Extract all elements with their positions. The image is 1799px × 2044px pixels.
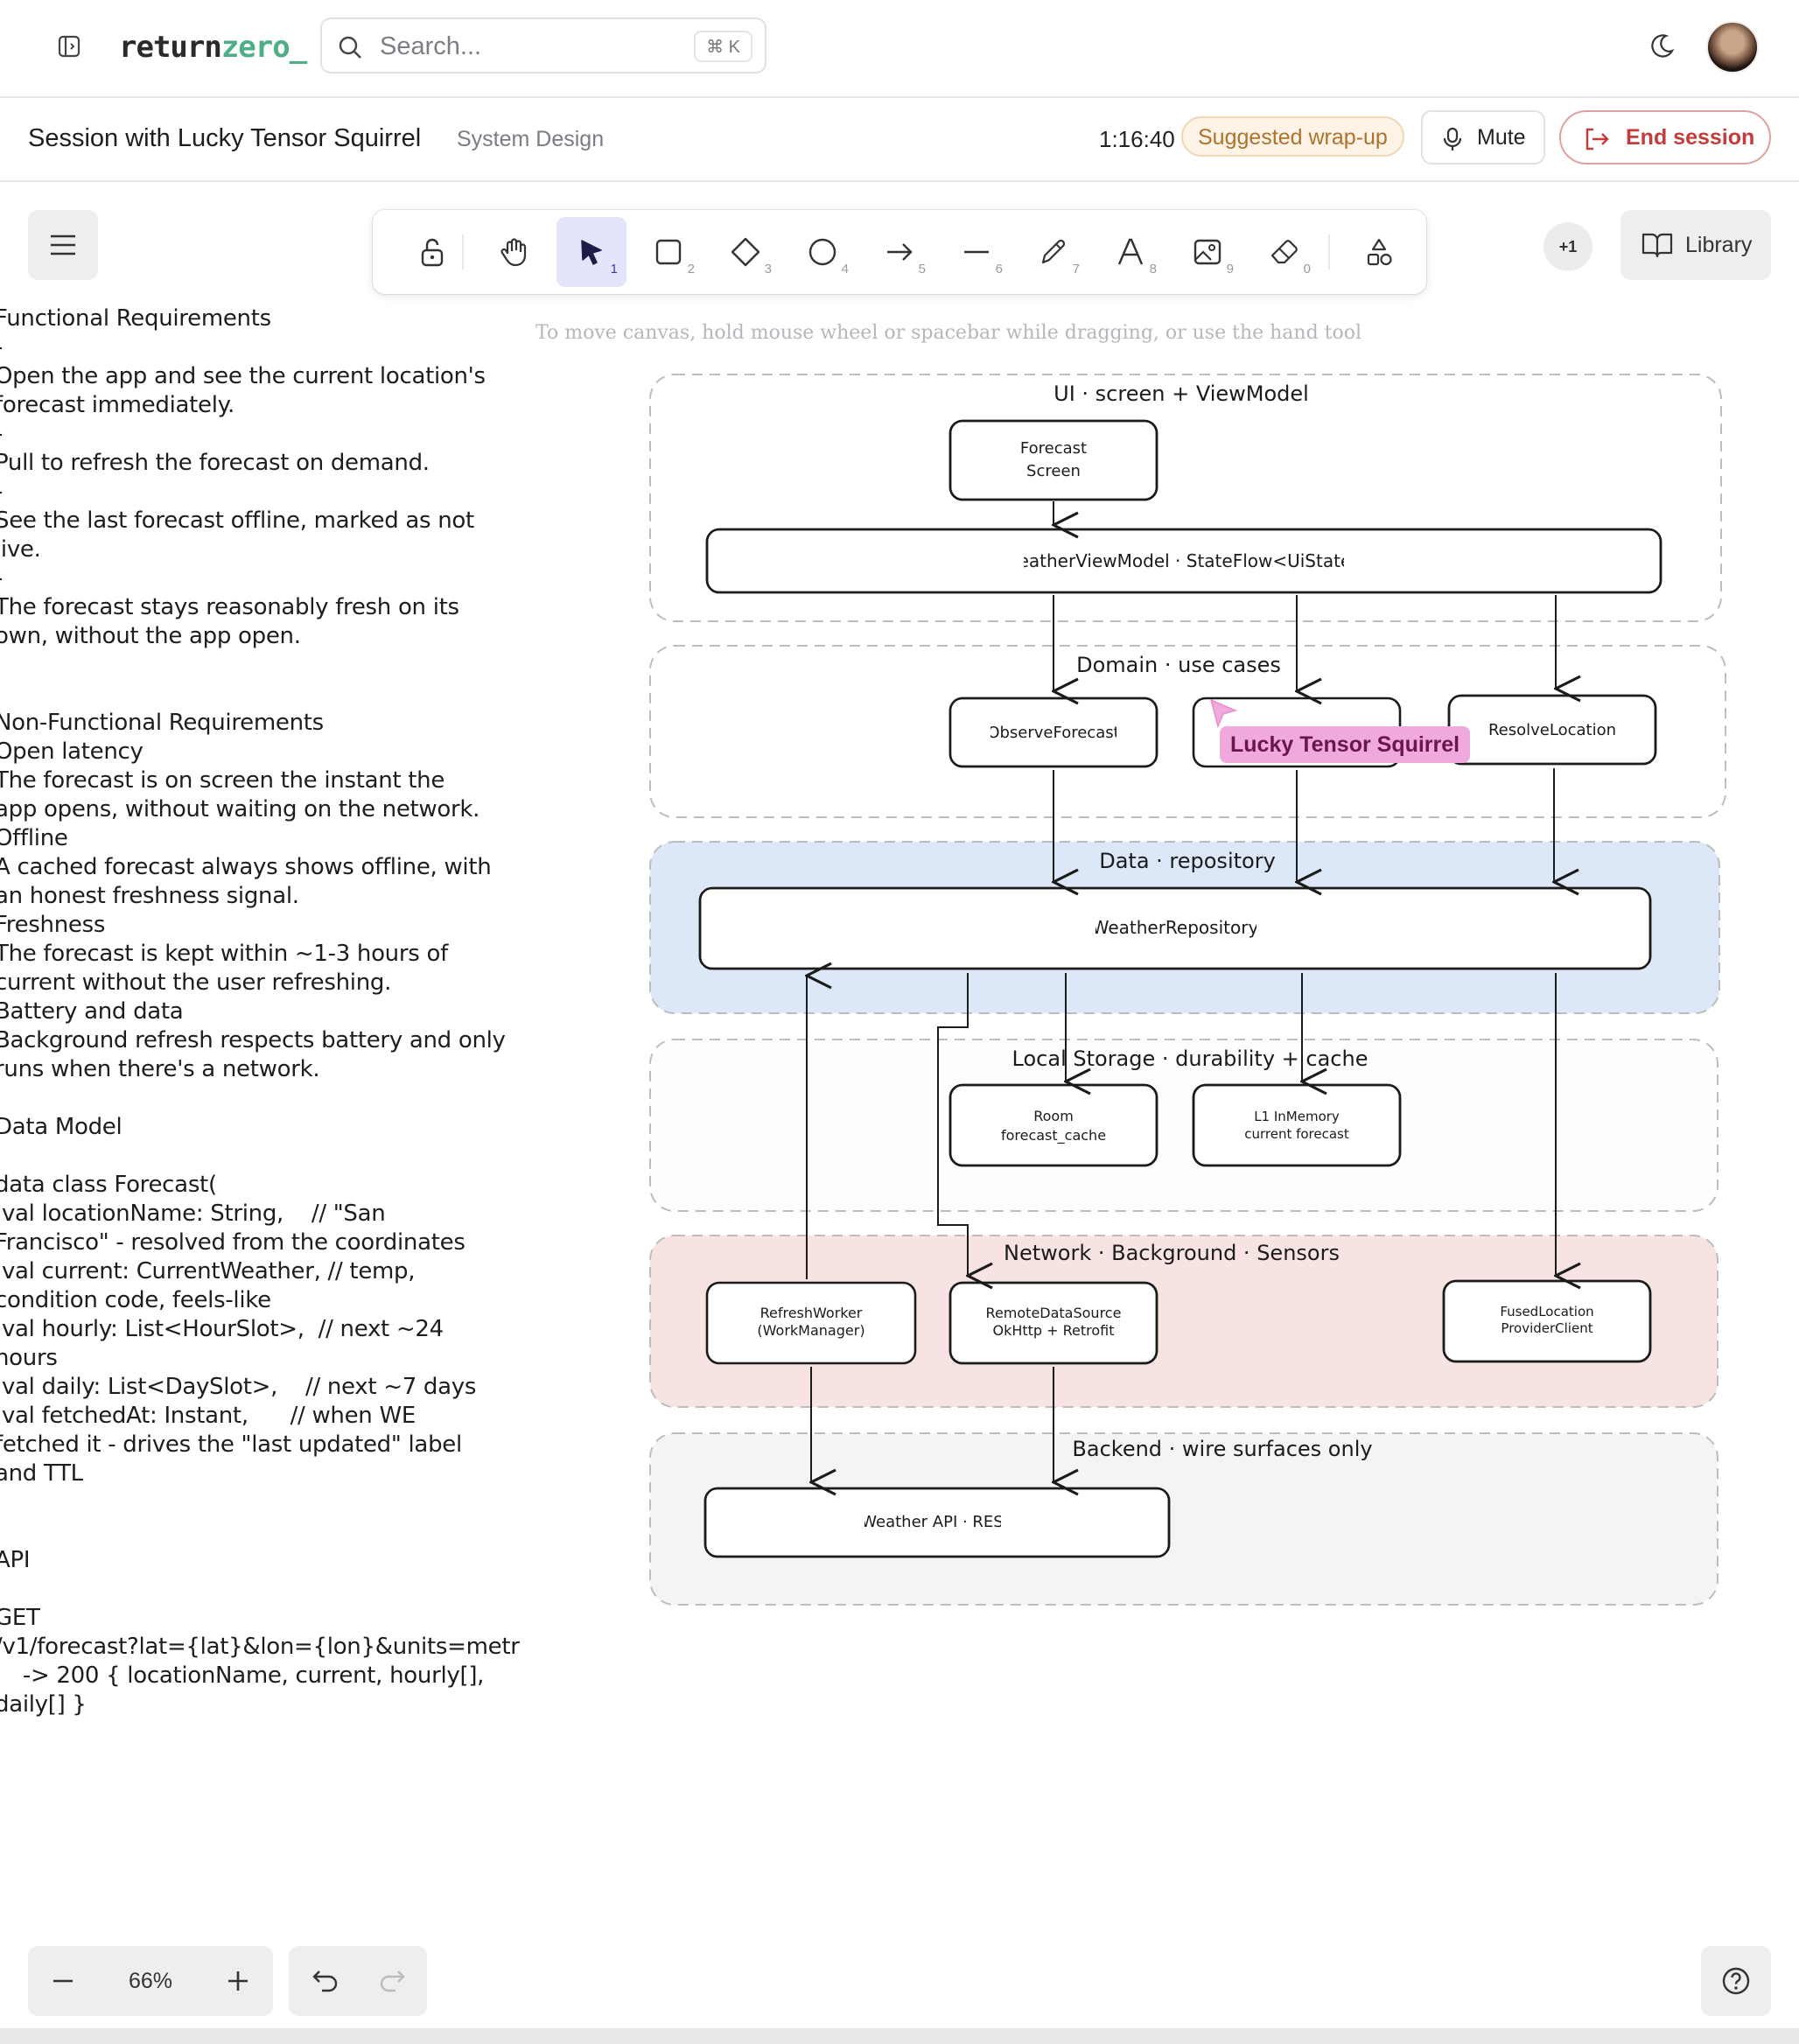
zoom-out-icon[interactable]: [47, 1965, 79, 1997]
node-label: RefreshWorker: [760, 1305, 863, 1321]
node-label: Forecast: [1020, 439, 1087, 458]
node-label: OkHttp + Retrofit: [992, 1322, 1114, 1339]
group-domain-title: Domain · use cases: [1076, 653, 1281, 677]
node-label: L1 InMemory: [1254, 1109, 1340, 1124]
node-room[interactable]: [948, 1083, 1158, 1167]
architecture-diagram[interactable]: UI · screen + ViewModel Domain · use cas…: [0, 0, 1799, 2044]
undo-icon[interactable]: [310, 1965, 341, 1997]
node-label: current forecast: [1244, 1126, 1349, 1142]
node-label: WeatherViewModel · StateFlow<UiState>: [1002, 550, 1366, 571]
node-label: RemoteDataSource: [986, 1305, 1122, 1321]
node-label: ObserveForecast: [987, 724, 1119, 742]
node-label: (WorkManager): [757, 1322, 864, 1339]
group-data-title: Data · repository: [1099, 849, 1276, 873]
history-controls: [289, 1946, 427, 2016]
node-label: ResolveLocation: [1488, 721, 1616, 739]
node-l1-memory[interactable]: [1192, 1083, 1402, 1167]
node-label: Room: [1033, 1108, 1074, 1124]
help-icon: [1722, 1967, 1750, 1995]
redo-icon[interactable]: [376, 1965, 408, 1997]
help-button[interactable]: [1701, 1946, 1771, 2016]
node-label: Screen: [1026, 462, 1081, 480]
window-bottom-edge: [0, 2028, 1799, 2044]
node-label: forecast_cache: [1001, 1127, 1106, 1144]
zoom-in-icon[interactable]: [222, 1965, 254, 1997]
collaborator-cursor-label: Lucky Tensor Squirrel: [1220, 726, 1471, 763]
collaborator-cursor-icon: [1209, 698, 1238, 729]
group-ui-title: UI · screen + ViewModel: [1054, 382, 1309, 406]
zoom-controls: 66%: [28, 1946, 273, 2016]
group-backend-title: Backend · wire surfaces only: [1072, 1437, 1372, 1461]
node-label: Weather API · REST: [861, 1513, 1013, 1531]
group-network-title: Network · Background · Sensors: [1004, 1241, 1340, 1265]
node-label: FusedLocation: [1500, 1304, 1593, 1320]
zoom-level[interactable]: 66%: [111, 1965, 190, 1997]
node-label: ProviderClient: [1501, 1320, 1592, 1336]
node-label: WeatherRepository: [1092, 917, 1259, 938]
